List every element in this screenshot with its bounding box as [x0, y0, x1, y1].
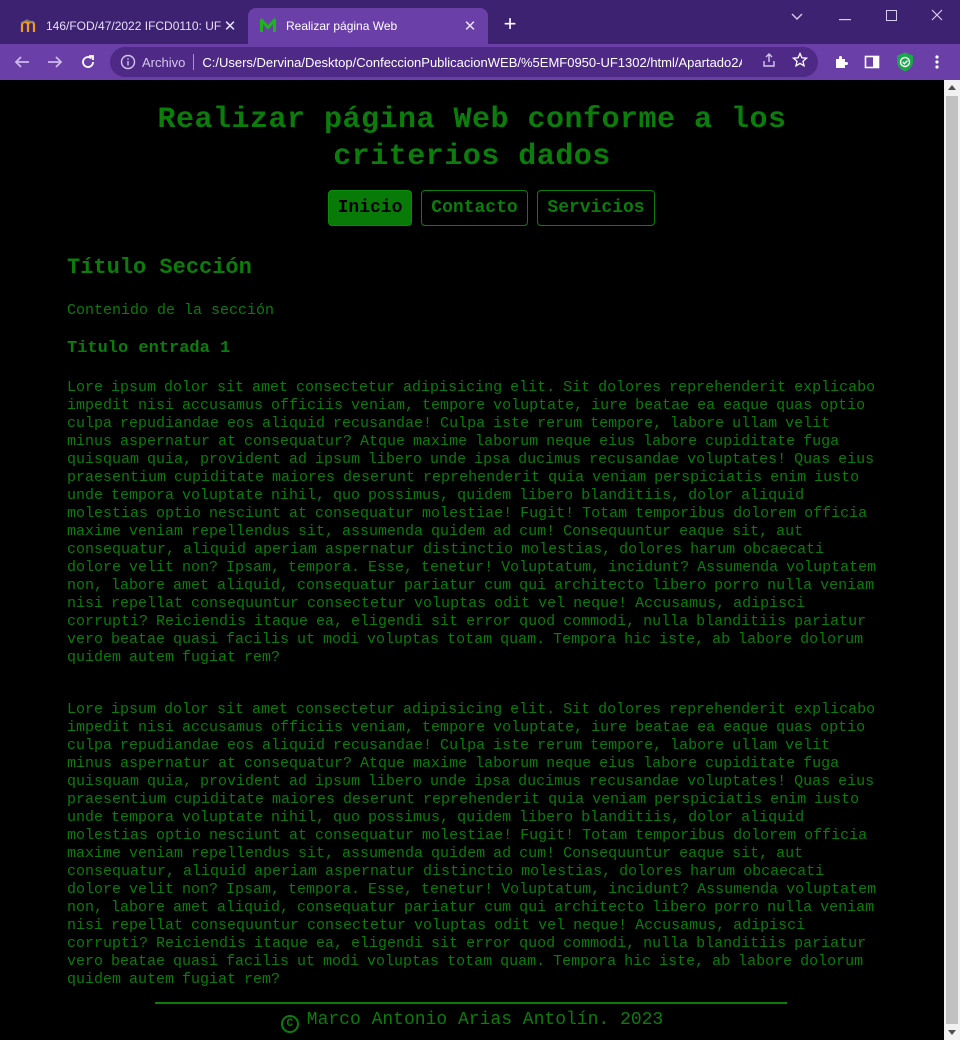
share-icon[interactable]	[760, 51, 778, 69]
back-arrow-icon[interactable]	[10, 50, 34, 74]
page-footer: C Marco Antonio Arias Antolín. 2023	[0, 1010, 944, 1033]
forward-arrow-icon[interactable]	[43, 50, 67, 74]
menu-kebab-icon[interactable]	[928, 53, 946, 71]
moodle-icon	[20, 18, 36, 34]
extensions-puzzle-icon[interactable]	[832, 53, 850, 71]
tab-moodle-course[interactable]: 146/FOD/47/2022 IFCD0110: UF1302 ✕	[8, 8, 248, 44]
minimize-icon[interactable]	[822, 4, 868, 28]
tab-title: Realizar página Web	[286, 19, 398, 33]
nav-servicios-button[interactable]: Servicios	[537, 190, 655, 226]
copyright-icon: C	[280, 1015, 299, 1033]
scroll-down-arrow-icon[interactable]	[948, 1030, 956, 1035]
page-viewport: Realizar página Web conforme a los crite…	[0, 80, 944, 1040]
main-nav: Inicio Contacto Servicios	[0, 190, 944, 226]
scroll-up-arrow-icon[interactable]	[948, 85, 956, 90]
side-panel-icon[interactable]	[863, 53, 881, 71]
security-shield-icon[interactable]	[894, 51, 916, 73]
section-content: Contenido de la sección	[67, 302, 275, 319]
nav-inicio-button[interactable]: Inicio	[328, 190, 412, 226]
page-title: Realizar página Web conforme a los crite…	[157, 103, 787, 174]
tab-title: 146/FOD/47/2022 IFCD0110: UF1302	[46, 19, 222, 33]
browser-toolbar: Archivo C:/Users/Dervina/Desktop/Confecc…	[0, 44, 960, 80]
close-tab-icon[interactable]: ✕	[462, 17, 478, 35]
new-tab-button[interactable]: +	[498, 13, 522, 37]
close-window-icon[interactable]	[914, 4, 960, 28]
nav-contacto-button[interactable]: Contacto	[421, 190, 528, 226]
tab-strip: 146/FOD/47/2022 IFCD0110: UF1302 ✕ Reali…	[0, 0, 960, 44]
url-text[interactable]: C:/Users/Dervina/Desktop/ConfeccionPubli…	[202, 55, 742, 70]
bookmark-star-icon[interactable]	[791, 51, 809, 69]
section-title: Título Sección	[67, 255, 252, 280]
m-logo-icon	[260, 18, 276, 34]
entry-paragraph: Lore ipsum dolor sit amet consectetur ad…	[67, 701, 877, 988]
footer-text: Marco Antonio Arias Antolín. 2023	[306, 1010, 664, 1030]
info-icon[interactable]	[120, 54, 136, 70]
tab-search-chevron-icon[interactable]	[774, 4, 820, 28]
entry-paragraph: Lore ipsum dolor sit amet consectetur ad…	[67, 379, 877, 666]
omnibox-divider	[193, 54, 195, 70]
maximize-icon[interactable]	[868, 4, 914, 28]
close-tab-icon[interactable]: ✕	[222, 17, 238, 35]
vertical-scrollbar[interactable]	[944, 80, 960, 1040]
tab-realizar-pagina-web[interactable]: Realizar página Web ✕	[248, 8, 488, 44]
entry-title: Titulo entrada 1	[67, 339, 231, 358]
address-bar[interactable]: Archivo C:/Users/Dervina/Desktop/Confecc…	[110, 47, 818, 77]
footer-divider	[155, 1002, 787, 1004]
scheme-label: Archivo	[142, 54, 186, 70]
scrollbar-thumb[interactable]	[946, 96, 958, 1024]
reload-icon[interactable]	[76, 50, 100, 74]
